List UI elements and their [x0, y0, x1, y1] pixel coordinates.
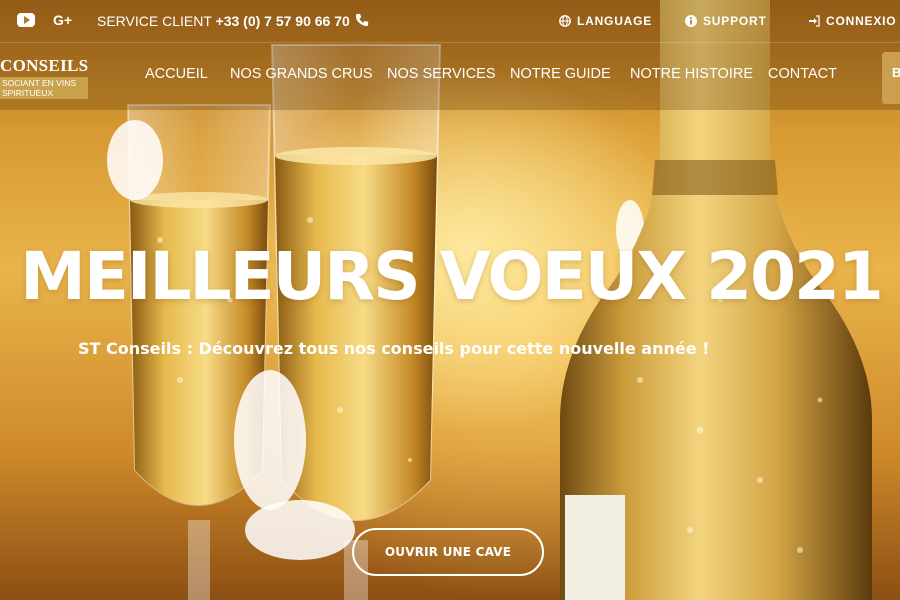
top-bar: G+ SERVICE CLIENT +33 (0) 7 57 90 66 70 … — [0, 0, 900, 43]
sign-in-icon — [809, 15, 820, 27]
open-cellar-button[interactable]: OUVRIR UNE CAVE — [352, 528, 544, 576]
service-client: SERVICE CLIENT +33 (0) 7 57 90 66 70 — [97, 13, 350, 29]
info-icon — [685, 15, 697, 27]
nav-item-accueil[interactable]: ACCUEIL — [145, 66, 208, 82]
service-phone[interactable]: +33 (0) 7 57 90 66 70 — [216, 13, 350, 29]
logo-subtitle-line1: SOCIANT EN VINS — [2, 78, 76, 88]
logo-subtitle-line2: SPIRITUEUX — [2, 88, 54, 98]
support-label: SUPPORT — [703, 14, 767, 28]
login-link[interactable]: CONNEXIO — [808, 14, 896, 28]
nav-item-services[interactable]: NOS SERVICES — [387, 66, 496, 82]
hero-subtitle: ST Conseils : Découvrez tous nos conseil… — [78, 339, 710, 358]
nav-item-guide[interactable]: NOTRE GUIDE — [510, 66, 611, 82]
phone-icon[interactable] — [355, 13, 369, 27]
google-plus-icon[interactable]: G+ — [53, 12, 72, 28]
nav-item-histoire[interactable]: NOTRE HISTOIRE — [630, 66, 753, 82]
login-label: CONNEXIO — [826, 14, 897, 28]
youtube-icon[interactable] — [17, 13, 35, 27]
logo-title[interactable]: CONSEILS — [0, 56, 88, 76]
hero-title: MEILLEURS VOEUX 2021 — [20, 238, 884, 315]
nav-item-contact[interactable]: CONTACT — [768, 66, 837, 82]
globe-icon — [559, 15, 571, 27]
logo-subtitle: SOCIANT EN VINS SPIRITUEUX — [0, 77, 88, 99]
language-label: LANGUAGE — [577, 14, 653, 28]
service-label: SERVICE CLIENT — [97, 13, 212, 29]
support-link[interactable]: SUPPORT — [685, 14, 767, 28]
nav-cta-button[interactable]: B — [882, 52, 900, 104]
nav-item-grands-crus[interactable]: NOS GRANDS CRUS — [230, 66, 373, 82]
language-selector[interactable]: LANGUAGE — [559, 14, 652, 28]
